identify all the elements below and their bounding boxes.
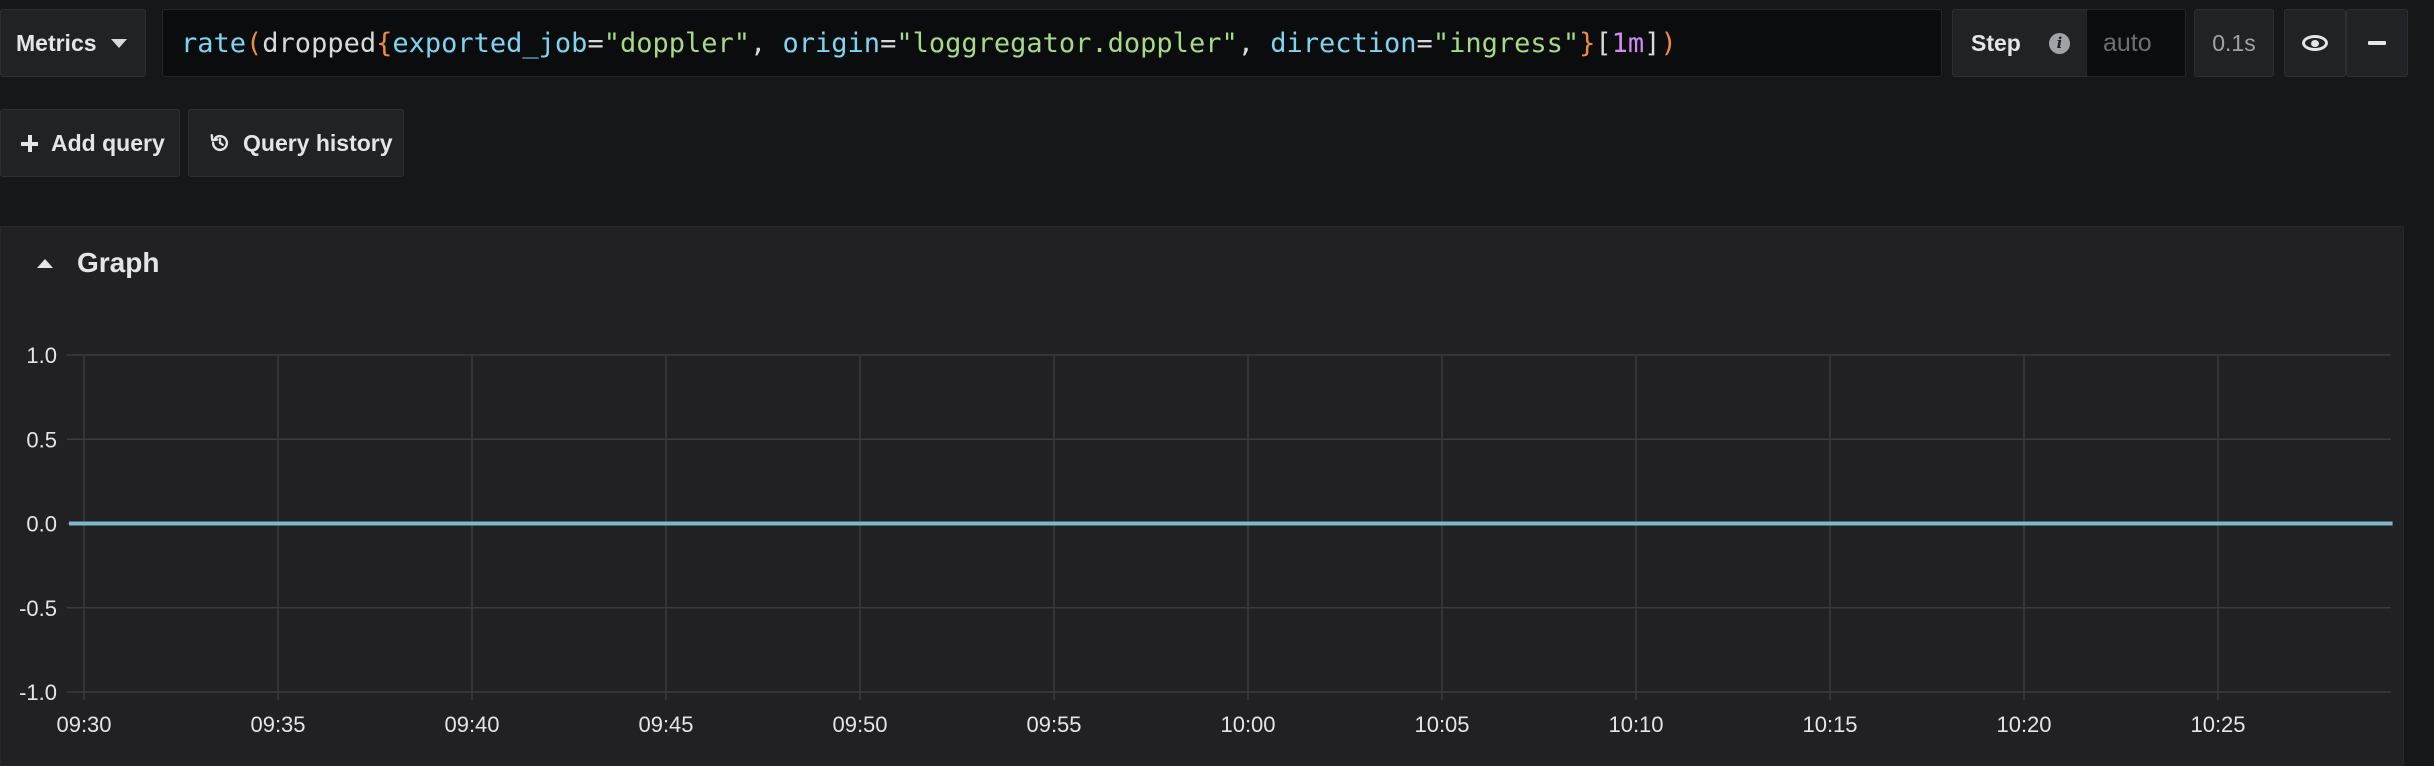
y-tick-label: 1.0 (26, 343, 57, 368)
x-tick-label: 09:50 (832, 712, 887, 737)
query-token: 1m (1611, 27, 1645, 59)
query-token: "ingress" (1432, 27, 1580, 59)
x-tick-label: 10:10 (1608, 712, 1663, 737)
query-editor[interactable]: rate(dropped{exported_job = "doppler", ori… (162, 9, 1942, 77)
add-query-label: Add query (51, 129, 165, 156)
x-tick-label: 09:40 (444, 712, 499, 737)
query-token: "loggregator.doppler" (896, 27, 1238, 59)
y-tick-label: 0.5 (26, 427, 57, 452)
query-history-button[interactable]: Query history (188, 109, 404, 177)
add-query-button[interactable]: Add query (0, 109, 180, 177)
query-time-badge: 0.1s (2194, 9, 2274, 77)
query-token: ( (246, 27, 263, 59)
query-history-label: Query history (243, 129, 393, 156)
x-tick-label: 09:35 (250, 712, 305, 737)
x-tick-label: 10:15 (1802, 712, 1857, 737)
x-tick-label: 09:30 (56, 712, 111, 737)
toggle-visibility-button[interactable] (2284, 9, 2346, 77)
eye-icon (2302, 35, 2328, 51)
graph-panel: Graph 1.0 0.5 0.0 -0.5 -1.0 09:30 09:35 09:40 09… (0, 226, 2404, 766)
x-tick-label: 10:00 (1220, 712, 1275, 737)
query-token: { (376, 27, 393, 59)
chevron-down-icon (111, 39, 127, 48)
query-token: dropped (262, 27, 377, 59)
step-input[interactable] (2086, 9, 2186, 77)
x-tick-label: 10:05 (1414, 712, 1469, 737)
y-tick-label: -1.0 (19, 680, 57, 705)
history-icon (210, 134, 229, 152)
query-token: exported_job (392, 27, 588, 59)
x-tick-label: 09:55 (1026, 712, 1081, 737)
y-tick-label: 0.0 (26, 512, 57, 537)
metrics-button-label: Metrics (16, 29, 97, 56)
query-token: direction (1270, 27, 1417, 59)
minus-icon (2368, 41, 2386, 45)
query-token: rate (181, 27, 247, 59)
step-label: Step (1971, 30, 2021, 56)
query-token: = (880, 27, 897, 59)
query-token: = (1416, 27, 1433, 59)
query-token: = (587, 27, 604, 59)
query-token: , (1237, 27, 1271, 59)
query-token: origin (782, 27, 881, 59)
remove-query-button[interactable] (2346, 9, 2408, 77)
x-tick-label: 10:25 (2190, 712, 2245, 737)
query-row: Metrics rate(dropped{exported_job = "doppl… (0, 9, 2434, 77)
query-token: } (1579, 27, 1596, 59)
query-token: ] (1644, 27, 1661, 59)
y-tick-label: -0.5 (19, 596, 57, 621)
x-tick-label: 09:45 (638, 712, 693, 737)
query-token: , (750, 27, 783, 59)
plus-icon (21, 134, 38, 152)
query-token: [ (1595, 27, 1612, 59)
x-tick-label: 10:20 (1996, 712, 2051, 737)
metrics-datasource-button[interactable]: Metrics (0, 9, 146, 77)
info-icon[interactable]: i (2049, 33, 2070, 54)
query-token: "doppler" (603, 27, 751, 59)
graph-plot[interactable]: 1.0 0.5 0.0 -0.5 -1.0 09:30 09:35 09:40 09:45 09:… (1, 227, 2405, 757)
query-token: ) (1660, 27, 1677, 59)
